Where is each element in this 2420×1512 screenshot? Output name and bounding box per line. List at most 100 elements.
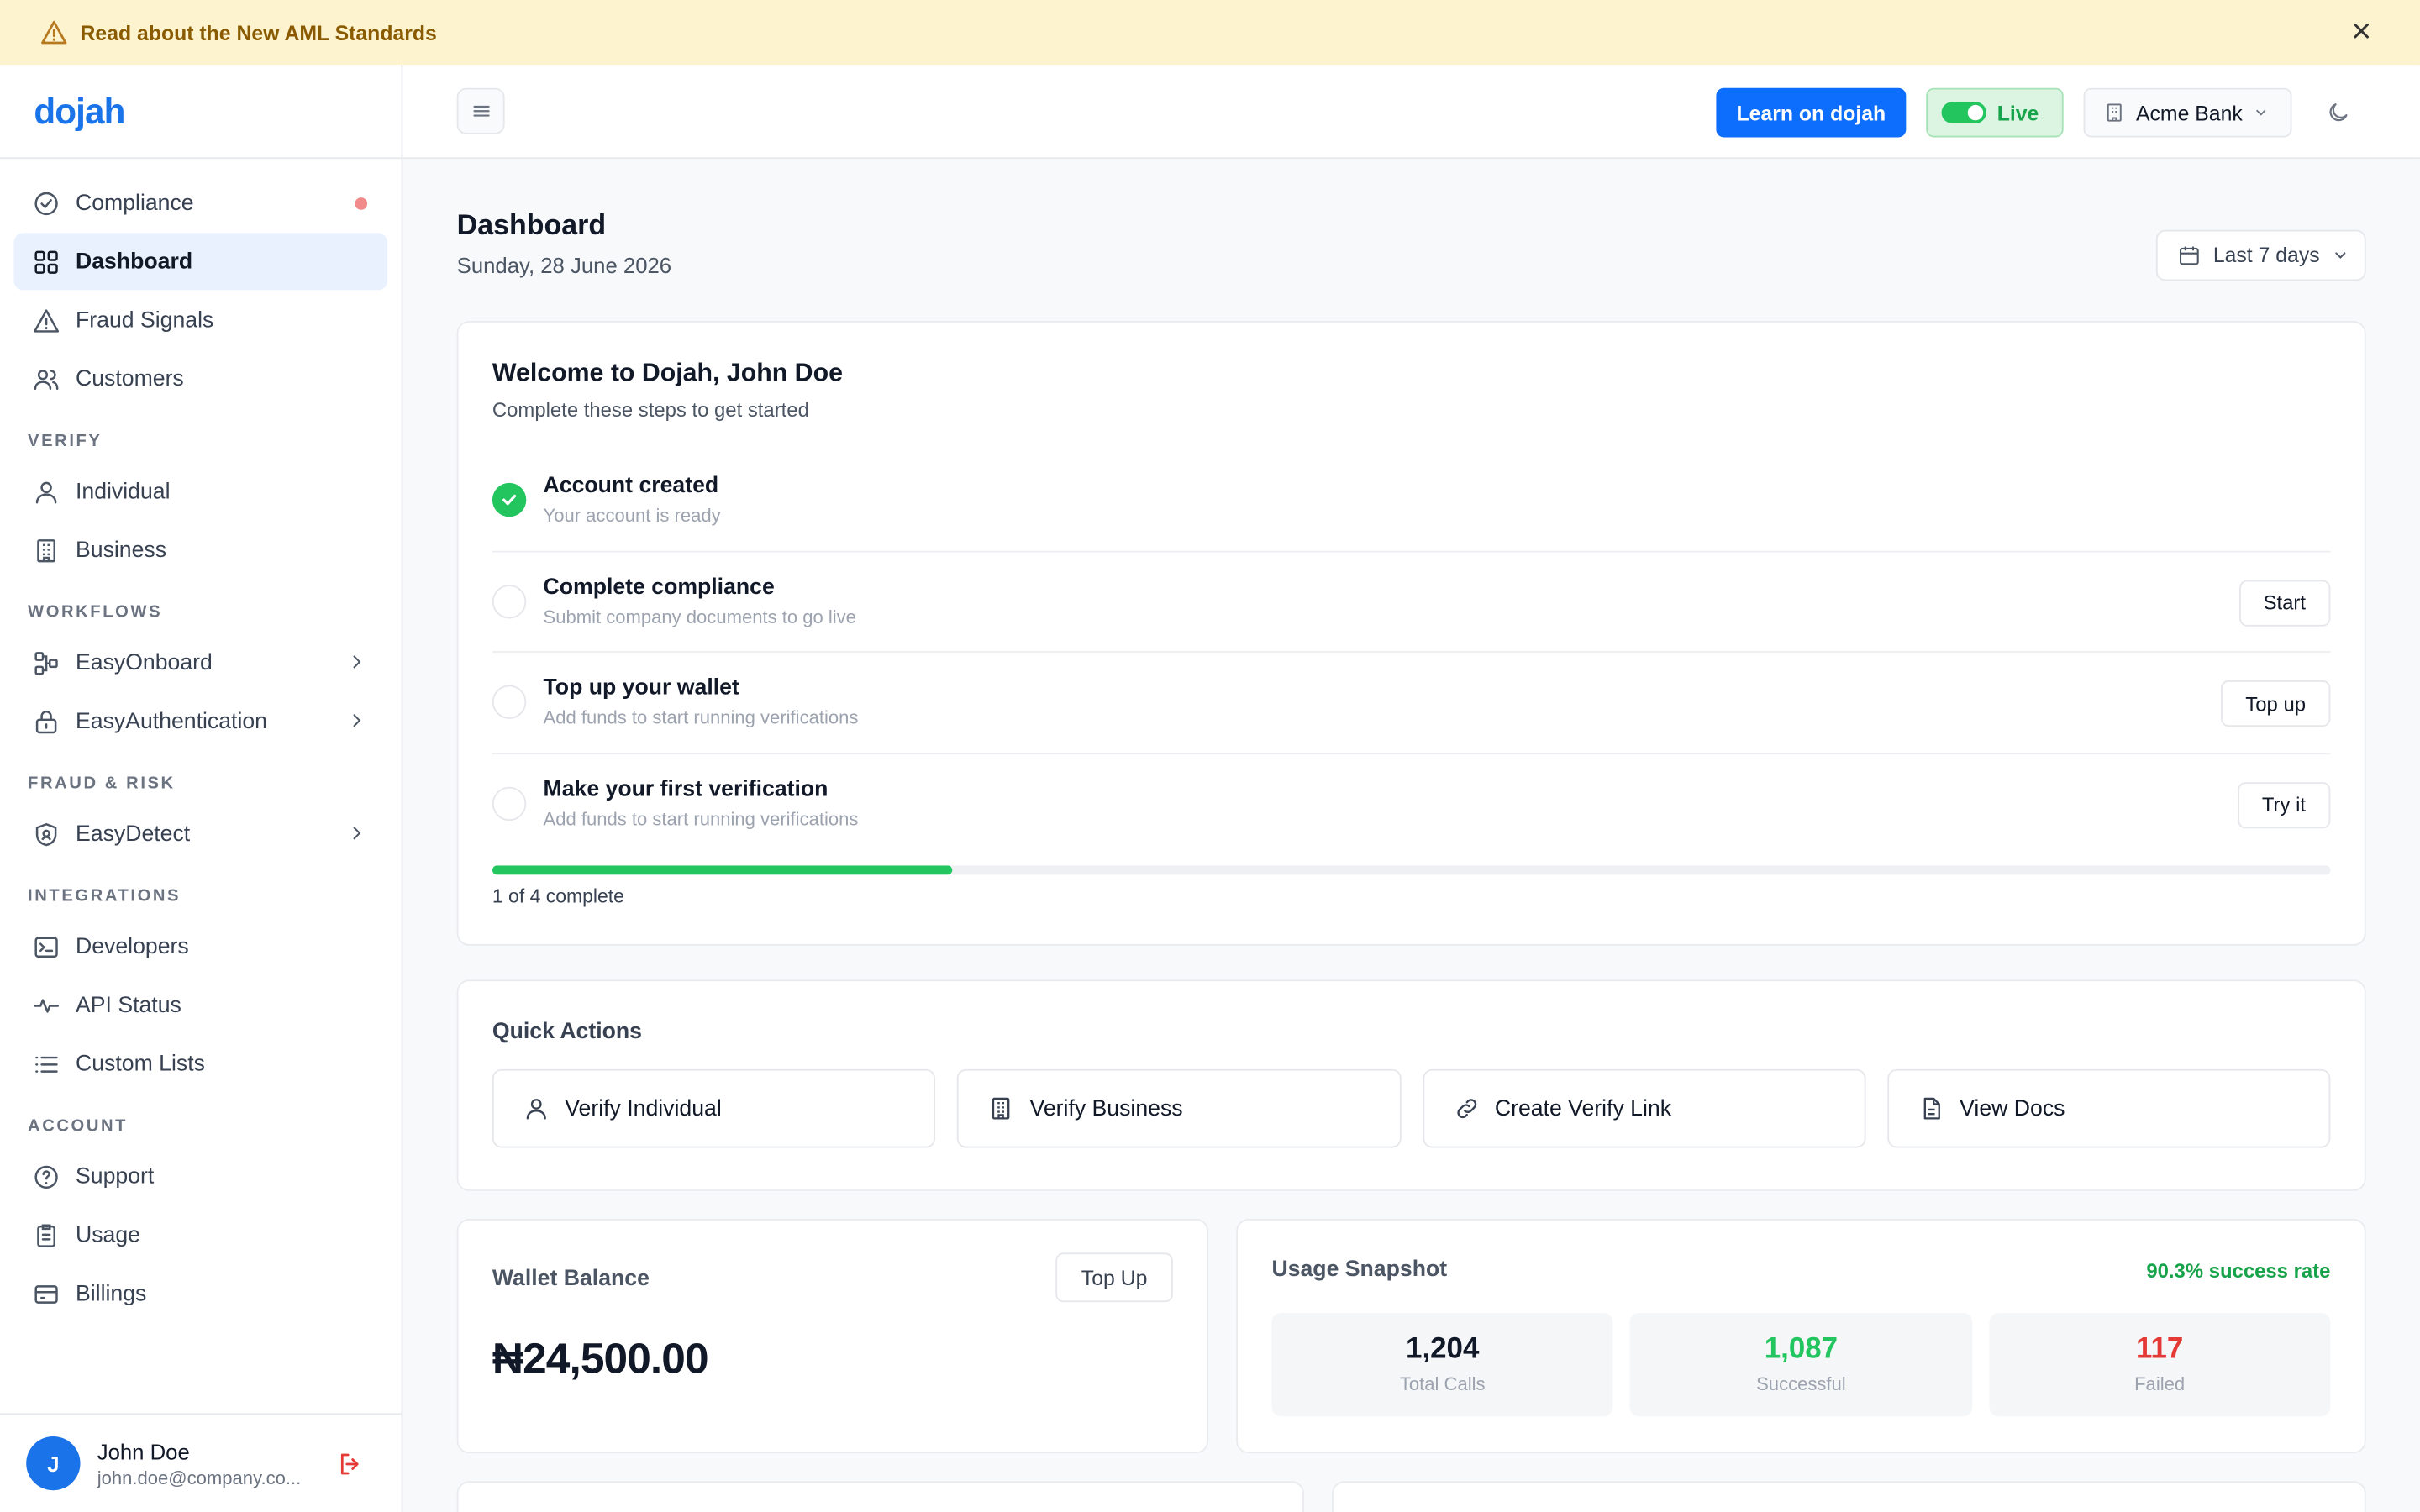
sidebar-item-individual[interactable]: Individual	[14, 463, 387, 520]
sidebar-item-billings[interactable]: Billings	[14, 1265, 387, 1322]
stat-label: Failed	[2134, 1373, 2186, 1395]
quick-actions-row: Verify Individual Verify Business Create…	[492, 1068, 2331, 1148]
live-mode-toggle[interactable]: Live	[1926, 87, 2064, 138]
step-complete-compliance: Complete compliance Submit company docum…	[492, 552, 2331, 653]
flow-icon	[34, 651, 58, 675]
step-text: Make your first verification Add funds t…	[544, 778, 859, 830]
sidebar-item-easyauthentication[interactable]: EasyAuthentication	[14, 693, 387, 750]
sidebar-item-label: Usage	[75, 1222, 140, 1247]
dashboard-content: Dashboard Sunday, 28 June 2026 Last 7 da…	[402, 159, 2420, 1512]
verify-individual-button[interactable]: Verify Individual	[492, 1068, 936, 1148]
step-pending-icon	[492, 787, 527, 822]
sidebar-item-label: Support	[75, 1163, 155, 1189]
step-text: Complete compliance Submit company docum…	[544, 575, 856, 627]
building-icon	[2107, 103, 2122, 122]
close-icon[interactable]	[2349, 18, 2373, 43]
toggle-switch	[1941, 102, 1986, 123]
create-verify-link-button[interactable]: Create Verify Link	[1422, 1068, 1866, 1148]
quick-action-label: Verify Business	[1029, 1095, 1183, 1121]
sidebar-item-compliance[interactable]: Compliance	[14, 175, 387, 232]
sidebar-item-fraud-signals[interactable]: Fraud Signals	[14, 291, 387, 349]
stat-successful: 1,087 Successful	[1630, 1313, 1972, 1417]
step-title: Make your first verification	[543, 778, 829, 803]
top-bar: Learn on dojah Live Acme Bank	[402, 65, 2420, 160]
section-heading-verify: VERIFY	[28, 432, 103, 451]
notification-dot	[355, 197, 368, 210]
menu-toggle-button[interactable]	[456, 87, 505, 134]
organization-switcher[interactable]: Acme Bank	[2083, 87, 2292, 138]
quick-action-label: Create Verify Link	[1494, 1095, 1672, 1121]
verify-business-button[interactable]: Verify Business	[957, 1068, 1401, 1148]
view-docs-button[interactable]: View Docs	[1886, 1068, 2331, 1148]
chevron-right-icon	[353, 827, 361, 840]
sidebar-item-usage[interactable]: Usage	[14, 1206, 387, 1263]
top-up-step-button[interactable]: Top up	[2220, 680, 2331, 727]
user-info: John Doe john.doe@company.co...	[97, 1439, 302, 1488]
dark-mode-icon[interactable]	[2326, 100, 2350, 124]
user-icon	[35, 480, 57, 503]
step-top-up-wallet: Top up your wallet Add funds to start ru…	[492, 653, 2331, 754]
sidebar-item-dashboard[interactable]: Dashboard	[13, 233, 388, 291]
wallet-amount: ₦24,500.00	[492, 1334, 709, 1383]
sidebar-item-customers[interactable]: Customers	[14, 350, 387, 407]
sidebar-item-label: Compliance	[75, 190, 194, 216]
sidebar-item-api-status[interactable]: API Status	[14, 977, 387, 1034]
sidebar-item-label: Custom Lists	[75, 1051, 205, 1077]
stat-value: 117	[2135, 1332, 2184, 1366]
step-subtitle: Your account is ready	[543, 505, 721, 527]
page-title: Dashboard	[456, 207, 607, 241]
help-icon	[34, 1164, 58, 1189]
chevron-down-icon	[2335, 252, 2346, 259]
quick-action-label: View Docs	[1960, 1095, 2065, 1121]
building-icon	[37, 538, 55, 562]
quick-actions-title: Quick Actions	[492, 1020, 643, 1045]
progress-text: 1 of 4 complete	[492, 885, 624, 907]
wallet-balance-card: Wallet Balance Top Up ₦24,500.00	[456, 1218, 1209, 1454]
start-compliance-button[interactable]: Start	[2238, 579, 2331, 626]
sidebar-item-label: Customers	[75, 366, 184, 391]
banner-link[interactable]: Read about the New AML Standards	[81, 21, 437, 45]
logo[interactable]: dojah	[34, 90, 125, 132]
step-complete-icon	[492, 483, 527, 517]
sidebar-item-custom-lists[interactable]: Custom Lists	[14, 1035, 387, 1092]
learn-on-dojah-button[interactable]: Learn on dojah	[1716, 87, 1907, 138]
step-title: Complete compliance	[543, 575, 775, 601]
sidebar-item-developers[interactable]: Developers	[14, 918, 387, 975]
user-profile[interactable]: J John Doe john.doe@company.co...	[0, 1413, 402, 1512]
sidebar-item-label: Business	[75, 538, 167, 563]
step-pending-icon	[492, 584, 527, 619]
sidebar-item-label: EasyDetect	[75, 822, 191, 847]
usage-title: Usage Snapshot	[1271, 1257, 1448, 1283]
announcement-banner: Read about the New AML Standards	[0, 0, 2420, 66]
step-title: Top up your wallet	[543, 675, 739, 701]
list-icon	[35, 1055, 58, 1072]
app-root: Read about the New AML Standards dojah C…	[0, 0, 2420, 1512]
sidebar-item-easyonboard[interactable]: EasyOnboard	[14, 634, 387, 691]
quick-action-label: Verify Individual	[565, 1095, 722, 1121]
sidebar-item-label: Individual	[75, 479, 171, 504]
warning-icon	[41, 20, 67, 45]
hamburger-icon	[472, 105, 489, 117]
section-heading-workflows: WORKFLOWS	[28, 603, 163, 622]
onboarding-card: Welcome to Dojah, John Doe Complete thes…	[456, 321, 2366, 946]
date-range-label: Last 7 days	[2212, 244, 2320, 267]
user-name: John Doe	[97, 1438, 190, 1464]
chevron-right-icon	[353, 655, 361, 669]
sidebar-item-support[interactable]: Support	[14, 1148, 387, 1205]
step-text: Top up your wallet Add funds to start ru…	[544, 676, 859, 728]
try-it-button[interactable]: Try it	[2237, 781, 2331, 828]
shield-icon	[35, 822, 57, 846]
document-icon	[1923, 1097, 1940, 1120]
sidebar-item-label: EasyOnboard	[75, 650, 213, 675]
stat-total-calls: 1,204 Total Calls	[1271, 1313, 1613, 1417]
stat-value: 1,204	[1406, 1332, 1480, 1366]
wallet-title: Wallet Balance	[492, 1266, 650, 1292]
date-range-select[interactable]: Last 7 days	[2155, 229, 2366, 281]
chevron-down-icon	[2256, 109, 2266, 116]
logout-icon[interactable]	[336, 1450, 364, 1478]
page-date: Sunday, 28 June 2026	[456, 253, 672, 278]
wallet-top-up-button[interactable]: Top Up	[1055, 1252, 1173, 1303]
sidebar-item-easydetect[interactable]: EasyDetect	[14, 806, 387, 863]
sidebar-item-business[interactable]: Business	[14, 522, 387, 579]
step-first-verification: Make your first verification Add funds t…	[492, 753, 2331, 854]
